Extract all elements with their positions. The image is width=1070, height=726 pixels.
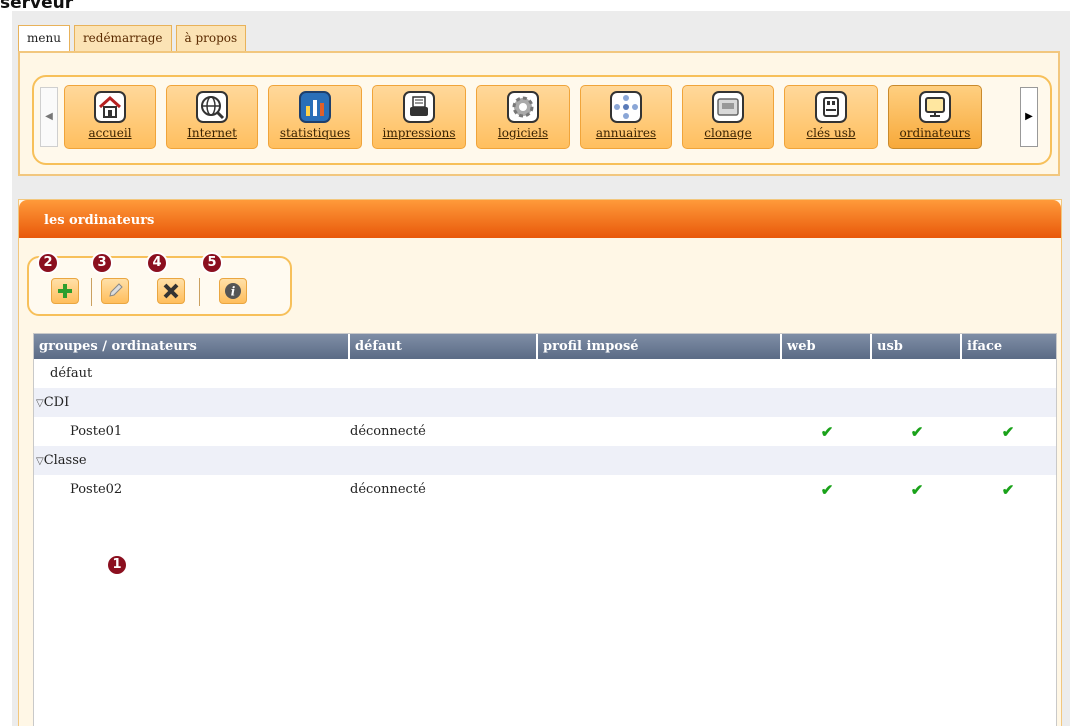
table-row[interactable]: Poste01 déconnecté ✔ ✔ ✔ xyxy=(34,417,1056,446)
panel-title: les ordinateurs xyxy=(19,200,1061,238)
edit-button[interactable] xyxy=(101,278,129,304)
menu-icons: accueil Internet statistiques impression… xyxy=(64,85,992,149)
app-window: menu redémarrage à propos ◀ accueil Inte… xyxy=(12,11,1070,726)
column-header-usb[interactable]: usb xyxy=(872,334,962,359)
scroll-left-button[interactable]: ◀ xyxy=(40,87,58,147)
iface-check-icon: ✔ xyxy=(1001,422,1015,441)
pencil-icon xyxy=(109,283,123,297)
expand-triangle-icon[interactable]: ▽ xyxy=(36,398,44,409)
menu-item-statistiques[interactable]: statistiques xyxy=(268,85,362,149)
info-button[interactable]: i xyxy=(219,278,247,304)
menu-item-internet[interactable]: Internet xyxy=(166,85,258,149)
menu-item-label: logiciels xyxy=(497,126,549,140)
menu-item-logiciels[interactable]: logiciels xyxy=(476,85,570,149)
menu-item-cles-usb[interactable]: clés usb xyxy=(784,85,878,149)
menu-item-label: clonage xyxy=(704,126,752,140)
menu-item-label: annuaires xyxy=(595,126,657,140)
x-icon xyxy=(163,283,179,299)
menu-item-clonage[interactable]: clonage xyxy=(682,85,774,149)
scroll-right-button[interactable]: ▶ xyxy=(1020,87,1038,147)
tab-bar: menu redémarrage à propos xyxy=(18,25,250,51)
column-header-groups[interactable]: groupes / ordinateurs xyxy=(34,334,350,359)
group-name: Classe xyxy=(43,453,87,468)
callout-badge-1: 1 xyxy=(106,554,128,576)
tab-redemarrage[interactable]: redémarrage xyxy=(73,25,172,51)
callout-badge-3: 3 xyxy=(91,252,113,274)
callout-badge-5: 5 xyxy=(201,252,223,274)
menu-panel: ◀ accueil Internet statistiques impressi… xyxy=(18,51,1060,176)
menu-item-label: statistiques xyxy=(279,126,351,140)
row-name: défaut xyxy=(50,366,93,381)
tab-menu[interactable]: menu xyxy=(18,25,70,51)
column-header-web[interactable]: web xyxy=(782,334,872,359)
web-check-icon: ✔ xyxy=(820,422,834,441)
usb-check-icon: ✔ xyxy=(910,480,924,499)
menu-item-label: impressions xyxy=(382,126,456,140)
expand-triangle-icon[interactable]: ▽ xyxy=(36,456,44,467)
row-status: déconnecté xyxy=(350,482,426,497)
gear-icon xyxy=(507,91,539,123)
home-icon xyxy=(94,91,126,123)
monitor-icon xyxy=(919,91,951,123)
tab-a-propos[interactable]: à propos xyxy=(175,25,247,51)
menu-item-label: clés usb xyxy=(806,126,856,140)
toolbar-separator xyxy=(91,278,92,306)
row-name: Poste02 xyxy=(70,482,123,497)
directory-icon xyxy=(610,91,642,123)
table-row[interactable]: défaut xyxy=(34,359,1056,388)
callout-badge-2: 2 xyxy=(37,252,59,274)
menu-toolbar: ◀ accueil Internet statistiques impressi… xyxy=(32,75,1052,165)
table-row[interactable]: Poste02 déconnecté ✔ ✔ ✔ xyxy=(34,475,1056,504)
iface-check-icon: ✔ xyxy=(1001,480,1015,499)
printer-icon xyxy=(403,91,435,123)
computers-table: groupes / ordinateurs défaut profil impo… xyxy=(33,333,1057,726)
plus-icon xyxy=(58,284,72,298)
row-name: Poste01 xyxy=(70,424,123,439)
column-header-profile[interactable]: profil imposé xyxy=(538,334,782,359)
computers-panel: les ordinateurs i 2 3 4 5 groupes / ordi… xyxy=(18,199,1062,726)
globe-icon xyxy=(196,91,228,123)
group-label: ▽CDI xyxy=(34,395,350,410)
toolbar-separator xyxy=(199,278,200,306)
disk-icon xyxy=(712,91,744,123)
menu-item-annuaires[interactable]: annuaires xyxy=(580,85,672,149)
bar-chart-icon xyxy=(299,91,331,123)
usb-icon xyxy=(815,91,847,123)
callout-badge-4: 4 xyxy=(146,252,168,274)
group-row[interactable]: ▽Classe xyxy=(34,446,1056,475)
menu-item-label: Internet xyxy=(187,126,237,140)
svg-text:i: i xyxy=(231,285,236,299)
group-row[interactable]: ▽CDI xyxy=(34,388,1056,417)
table-header: groupes / ordinateurs défaut profil impo… xyxy=(34,334,1056,359)
web-check-icon: ✔ xyxy=(820,480,834,499)
menu-item-label: ordinateurs xyxy=(899,126,971,140)
menu-item-ordinateurs[interactable]: ordinateurs xyxy=(888,85,982,149)
group-label: ▽Classe xyxy=(34,453,350,468)
menu-item-label: accueil xyxy=(88,126,132,140)
info-icon: i xyxy=(225,283,241,299)
menu-item-impressions[interactable]: impressions xyxy=(372,85,466,149)
usb-check-icon: ✔ xyxy=(910,422,924,441)
group-name: CDI xyxy=(43,395,70,410)
row-status: déconnecté xyxy=(350,424,426,439)
delete-button[interactable] xyxy=(157,278,185,304)
column-header-iface[interactable]: iface xyxy=(962,334,1054,359)
menu-item-accueil[interactable]: accueil xyxy=(64,85,156,149)
add-button[interactable] xyxy=(51,278,79,304)
column-header-default[interactable]: défaut xyxy=(350,334,538,359)
